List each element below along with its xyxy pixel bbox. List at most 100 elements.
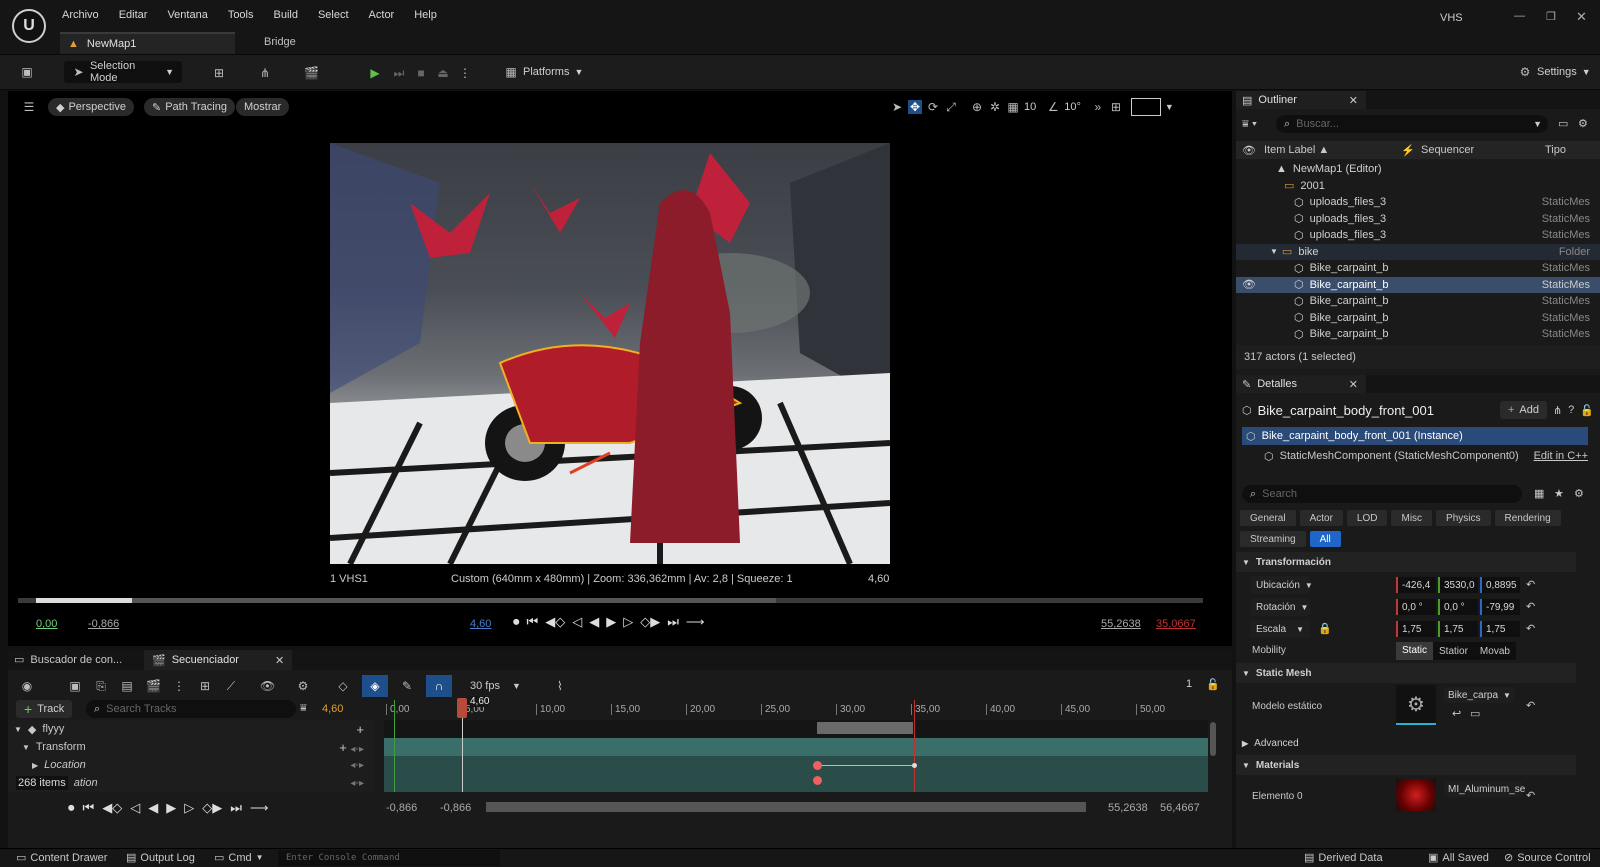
location-z[interactable]: 0,8895	[1480, 577, 1520, 593]
blueprint-icon[interactable]: ⋔	[1553, 404, 1562, 417]
filter-general[interactable]: General	[1240, 510, 1296, 526]
playhead-handle[interactable]	[457, 698, 467, 718]
playback-in[interactable]: -0,866	[88, 618, 119, 630]
filter-all[interactable]: All	[1309, 531, 1341, 547]
stop-icon[interactable]: ■	[414, 66, 428, 80]
blueprint-icon[interactable]: ⋔	[258, 66, 272, 80]
scale-tool-icon[interactable]: ⤢	[944, 100, 958, 114]
filter-lod[interactable]: LOD	[1346, 510, 1388, 526]
add-content-icon[interactable]: ⊞	[212, 66, 226, 80]
expand-icon[interactable]: ▼	[1270, 247, 1278, 256]
material-dropdown[interactable]: MI_Aluminum_se	[1444, 781, 1525, 797]
reset-icon[interactable]: ↶	[1526, 578, 1535, 591]
track-location[interactable]: ▶ Location ◂◦▸	[8, 756, 374, 774]
all-saved-button[interactable]: ▣ All Saved	[1428, 851, 1489, 865]
playback-out[interactable]: 55,2638	[1101, 618, 1141, 630]
gear-icon[interactable]: ⚙	[1574, 487, 1584, 500]
chevron-down-icon[interactable]: ▼	[1165, 102, 1174, 112]
cinematics-icon[interactable]: 🎬	[304, 66, 319, 80]
col-item-label[interactable]: Item Label ▲	[1264, 144, 1329, 156]
actions-icon[interactable]: ⊞	[198, 679, 212, 693]
playback-current[interactable]: 4,60	[470, 618, 491, 630]
prev-key-icon[interactable]: ◀◇	[545, 614, 565, 630]
key-nav-icon[interactable]: ◂◦▸	[350, 760, 364, 771]
viewport-timeline[interactable]	[18, 598, 1203, 603]
playback-end[interactable]: 35,0667	[1156, 618, 1196, 630]
filter-icon[interactable]: ⩸ ▾	[1242, 118, 1257, 131]
outliner-row[interactable]: ▲ NewMap1 (Editor)	[1236, 161, 1600, 178]
minimize-icon[interactable]: —	[1514, 10, 1525, 22]
tab-content-browser[interactable]: ▭ Buscador de con...	[14, 653, 122, 667]
source-control-button[interactable]: ⊘ Source Control	[1504, 851, 1591, 865]
start-marker[interactable]	[394, 700, 395, 792]
jump-end-icon[interactable]: ⏭	[667, 614, 679, 630]
current-time[interactable]: 4,60	[322, 703, 343, 715]
rotation-z[interactable]: -79,99	[1480, 599, 1520, 615]
key-interp-icon[interactable]: ◇	[336, 679, 350, 693]
unreal-logo-icon[interactable]: U	[12, 9, 46, 43]
prev-key-icon[interactable]: ◀◇	[102, 800, 122, 816]
help-icon[interactable]: ?	[1568, 404, 1574, 416]
outliner-row-selected[interactable]: 👁 ⬡ Bike_carpaint_b StaticMes	[1236, 276, 1600, 293]
track-root[interactable]: ▼ ◆ flyyy +	[8, 720, 374, 738]
scale-z[interactable]: 1,75	[1480, 621, 1520, 637]
play-reverse-icon[interactable]: ◀	[148, 800, 158, 816]
location-y[interactable]: 3530,0	[1438, 577, 1478, 593]
outliner-row[interactable]: ⬡ uploads_files_3 StaticMes	[1236, 194, 1600, 211]
location-dropdown[interactable]: Ubicación ▼	[1250, 576, 1313, 594]
surface-snap-icon[interactable]: ✲	[988, 100, 1002, 114]
time-ruler[interactable]: 0,00 5,00 10,00 15,00 20,00 25,00 30,00 …	[384, 700, 1208, 720]
rotation-dropdown[interactable]: Rotación ▼	[1250, 598, 1310, 616]
working-range-start[interactable]: -0,866	[440, 802, 471, 814]
static-mesh-section-header[interactable]: ▼ Static Mesh	[1236, 663, 1576, 683]
loop-icon[interactable]: ⟶	[250, 800, 269, 816]
select-tool-icon[interactable]: ➤	[890, 100, 904, 114]
end-marker[interactable]	[914, 700, 915, 792]
section-bar[interactable]	[817, 722, 913, 734]
menu-select[interactable]: Select	[318, 9, 349, 21]
loop-icon[interactable]: ⟶	[686, 614, 705, 630]
scale-y[interactable]: 1,75	[1438, 621, 1478, 637]
step-forward-icon[interactable]: ▷	[623, 614, 633, 630]
track-rotation[interactable]: 268 items ation ◂◦▸	[8, 774, 374, 792]
grid-snap-value[interactable]: 10	[1024, 101, 1036, 113]
material-thumbnail[interactable]	[1396, 779, 1436, 811]
visibility-icon[interactable]: 👁	[1242, 144, 1256, 157]
advanced-section-header[interactable]: ▶ Advanced	[1236, 733, 1576, 753]
instance-row[interactable]: ⬡ Bike_carpaint_body_front_001 (Instance…	[1242, 427, 1588, 445]
reset-icon[interactable]: ↶	[1526, 600, 1535, 613]
edit-cpp-link[interactable]: Edit in C++	[1534, 450, 1588, 462]
reset-icon[interactable]: ↶	[1526, 789, 1535, 802]
key-tools-icon[interactable]: ⟋	[224, 679, 238, 693]
search-tracks-input[interactable]: ⌕ Search Tracks	[86, 700, 296, 718]
step-icon[interactable]: ⏭	[392, 66, 406, 80]
pencil-icon[interactable]: ✎	[400, 679, 414, 693]
close-tab-icon[interactable]: ✕	[1349, 378, 1358, 391]
location-x[interactable]: -426,4	[1396, 577, 1436, 593]
details-search-input[interactable]: ⌕ Search	[1242, 485, 1522, 503]
track-transform[interactable]: ▼ Transform + ◂◦▸	[8, 738, 374, 756]
eject-icon[interactable]: ⏏	[436, 66, 450, 80]
visibility-icon[interactable]: 👁	[1242, 278, 1256, 291]
record-icon[interactable]: ⏺	[68, 800, 75, 816]
location-section[interactable]	[384, 756, 1208, 792]
perspective-button[interactable]: ◆ Perspective	[48, 98, 134, 116]
keyframe[interactable]	[912, 763, 917, 768]
timeline-area[interactable]: 0,00 5,00 10,00 15,00 20,00 25,00 30,00 …	[384, 696, 1208, 792]
outliner-row[interactable]: ▼ ▭ bike Folder	[1236, 243, 1600, 260]
rotation-x[interactable]: 0,0 °	[1396, 599, 1436, 615]
level-viewport[interactable]: ☰ ◆ Perspective ✎ Path Tracing Mostrar ➤…	[8, 91, 1232, 646]
show-button[interactable]: Mostrar	[236, 98, 290, 116]
step-forward-icon[interactable]: ▷	[184, 800, 194, 816]
view-range-end[interactable]: 56,4667	[1160, 802, 1200, 814]
playback-options-icon[interactable]: ⚙	[296, 679, 310, 693]
menu-archivo[interactable]: Archivo	[62, 9, 99, 21]
console-input[interactable]: Enter Console Command	[278, 850, 500, 866]
path-tracing-button[interactable]: ✎ Path Tracing	[144, 98, 235, 116]
derived-data-button[interactable]: ▤ Derived Data	[1304, 851, 1383, 865]
fps-select[interactable]: 30 fps	[470, 680, 500, 692]
viewport-menu-icon[interactable]: ☰	[22, 100, 36, 114]
play-icon[interactable]: ▶	[166, 800, 176, 816]
play-icon[interactable]: ▶	[606, 614, 616, 630]
cmd-dropdown[interactable]: ▭ Cmd ▼	[214, 851, 264, 865]
